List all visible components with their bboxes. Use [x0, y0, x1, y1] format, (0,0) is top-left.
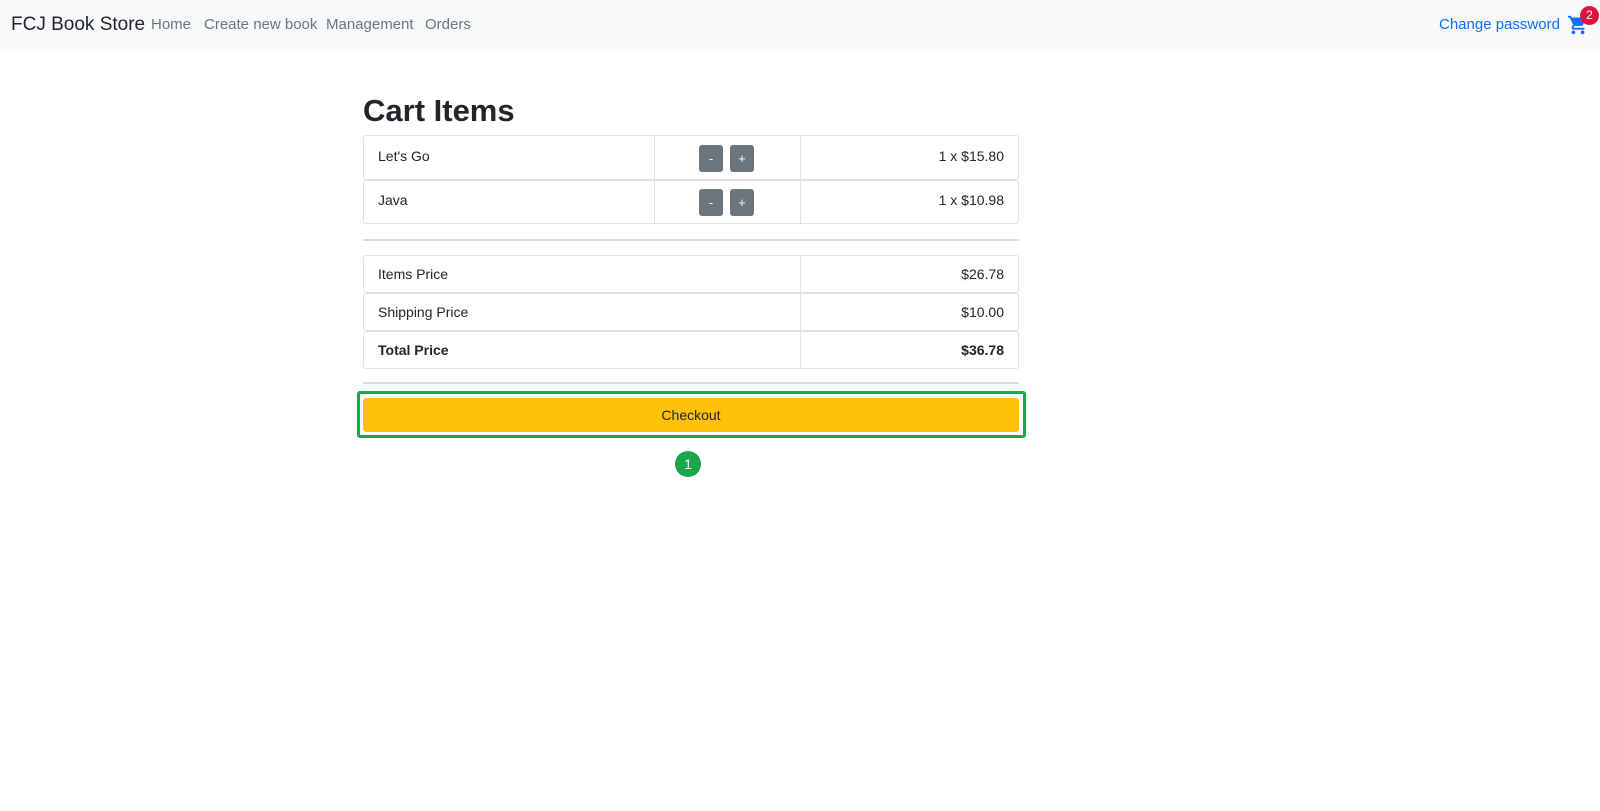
- cart-item-price: 1 x $10.98: [938, 192, 1004, 208]
- cart-item-price-cell: 1 x $10.98: [800, 181, 1018, 223]
- cart-item-name-cell: Let's Go: [364, 136, 654, 179]
- increase-quantity-button[interactable]: +: [730, 189, 754, 216]
- decrease-quantity-button[interactable]: -: [699, 145, 723, 172]
- increase-quantity-button[interactable]: +: [730, 145, 754, 172]
- cart-item-name: Java: [378, 192, 408, 208]
- page-title: Cart Items: [363, 93, 515, 128]
- nav-link-create-new-book[interactable]: Create new book: [204, 16, 317, 33]
- cart-count-badge: 2: [1580, 6, 1599, 25]
- cart-item-qty-cell: - +: [654, 181, 800, 223]
- summary-value: $26.78: [961, 266, 1004, 282]
- summary-value: $36.78: [961, 342, 1004, 358]
- cart-item-row: Java - + 1 x $10.98: [363, 180, 1019, 224]
- top-navbar: FCJ Book Store Home Create new book Mana…: [0, 0, 1600, 49]
- summary-label: Total Price: [378, 342, 449, 358]
- summary-row-total-price: Total Price $36.78: [363, 331, 1019, 369]
- nav-link-orders[interactable]: Orders: [425, 16, 471, 33]
- divider: [363, 382, 1019, 384]
- cart-item-row: Let's Go - + 1 x $15.80: [363, 135, 1019, 180]
- divider: [363, 239, 1019, 241]
- summary-value-cell: $10.00: [800, 294, 1018, 330]
- summary-value: $10.00: [961, 304, 1004, 320]
- summary-label: Shipping Price: [378, 304, 469, 320]
- summary-label-cell: Total Price: [364, 332, 800, 368]
- summary-row-shipping-price: Shipping Price $10.00: [363, 293, 1019, 331]
- summary-row-items-price: Items Price $26.78: [363, 255, 1019, 293]
- decrease-quantity-button[interactable]: -: [699, 189, 723, 216]
- summary-label: Items Price: [378, 266, 449, 282]
- change-password-link[interactable]: Change password: [1439, 16, 1560, 33]
- nav-link-management[interactable]: Management: [326, 16, 414, 33]
- step-marker: 1: [675, 451, 701, 477]
- summary-value-cell: $36.78: [800, 332, 1018, 368]
- nav-link-home[interactable]: Home: [151, 16, 191, 33]
- cart-item-qty-cell: - +: [654, 136, 800, 179]
- summary-value-cell: $26.78: [800, 256, 1018, 292]
- summary-label-cell: Items Price: [364, 256, 800, 292]
- cart-item-price: 1 x $15.80: [938, 148, 1004, 164]
- cart-item-price-cell: 1 x $15.80: [800, 136, 1018, 179]
- cart-item-name-cell: Java: [364, 181, 654, 223]
- summary-label-cell: Shipping Price: [364, 294, 800, 330]
- checkout-button[interactable]: Checkout: [363, 398, 1019, 432]
- cart-item-name: Let's Go: [378, 148, 430, 164]
- brand-logo-text[interactable]: FCJ Book Store: [11, 14, 145, 36]
